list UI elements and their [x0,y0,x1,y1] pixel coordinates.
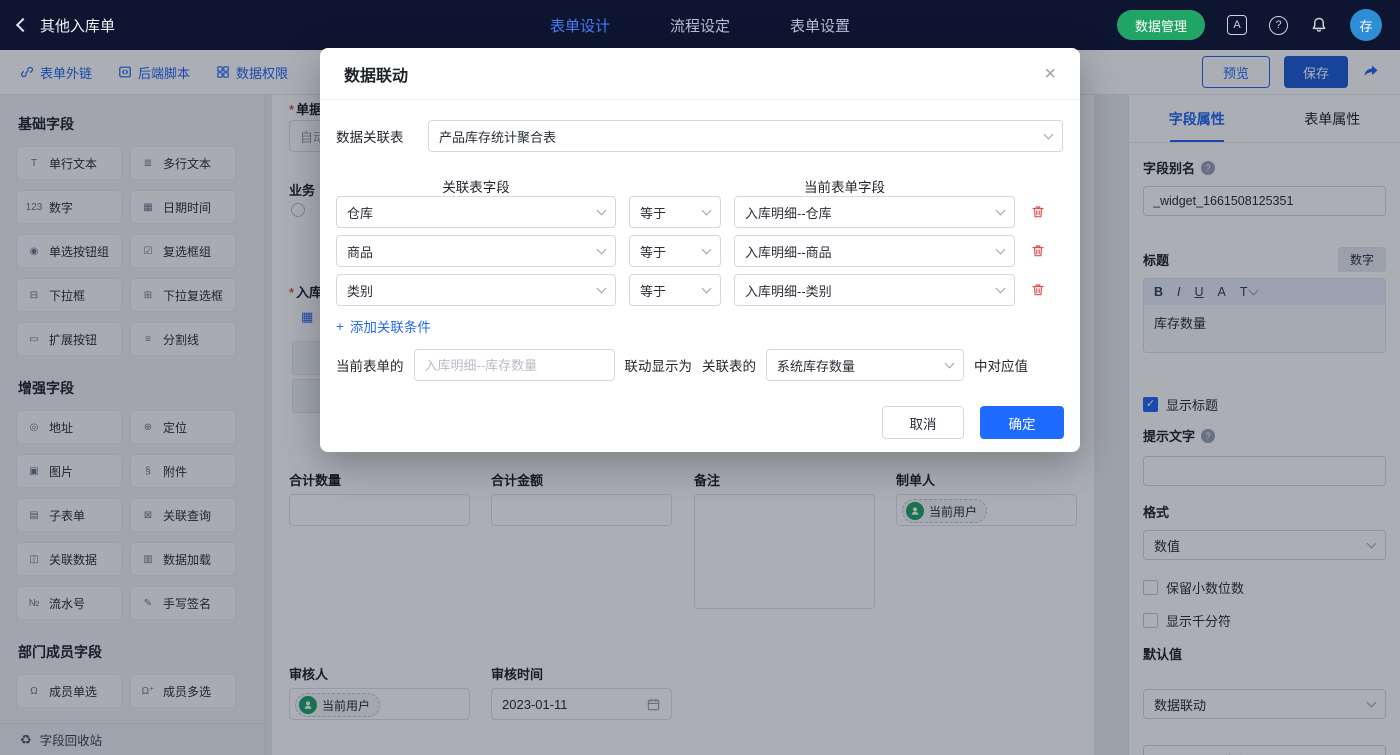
relation-table-row: 数据关联表 产品库存统计聚合表 [336,120,1063,152]
relation-table-label: 数据关联表 [336,126,428,146]
chevron-down-icon [996,206,1006,216]
topbar-actions: 数据管理 A ? 存 [1117,9,1382,41]
modal-footer: 取消 确定 [882,406,1064,439]
related-table-label: 关联表的 [702,355,756,375]
trash-icon [1030,204,1046,220]
condition-left-select[interactable]: 类别 [336,274,616,306]
condition-form-field-select[interactable]: 入库明细--商品 [734,235,1015,267]
form-title: 其他入库单 [40,15,115,36]
data-linkage-modal: 数据联动 × 数据关联表 产品库存统计聚合表 关联表字段 当前表单字段 仓库 等… [320,48,1080,452]
cancel-button[interactable]: 取消 [882,406,964,439]
tab-flow-setting[interactable]: 流程设定 [670,15,730,36]
column-header-related-field: 关联表字段 [336,176,616,196]
condition-row: 商品 等于 入库明细--商品 [336,235,1048,267]
relation-table-select[interactable]: 产品库存统计聚合表 [428,120,1063,152]
target-field-input[interactable] [414,349,615,381]
condition-operator-select[interactable]: 等于 [629,235,721,267]
chevron-down-icon [597,284,607,294]
chevron-down-icon [996,245,1006,255]
confirm-button[interactable]: 确定 [980,406,1064,439]
add-condition-link[interactable]: + 添加关联条件 [336,316,431,336]
chevron-down-icon [1044,130,1054,140]
condition-operator-select[interactable]: 等于 [629,274,721,306]
delete-condition-button[interactable] [1028,241,1048,261]
topbar-tabs: 表单设计 流程设定 表单设置 [550,0,850,50]
condition-form-field-select[interactable]: 入库明细--仓库 [734,196,1015,228]
linkage-target-row: 当前表单的 联动显示为 关联表的 系统库存数量 中对应值 [336,349,1028,381]
close-icon[interactable]: × [1044,64,1056,84]
help-icon[interactable]: ? [1269,16,1288,35]
plus-icon: + [336,319,344,334]
corresponding-value-label: 中对应值 [974,355,1028,375]
chevron-down-icon [597,245,607,255]
data-manage-button[interactable]: 数据管理 [1117,10,1205,40]
trash-icon [1030,282,1046,298]
display-as-label: 联动显示为 [625,355,693,375]
condition-left-select[interactable]: 商品 [336,235,616,267]
chevron-down-icon [996,284,1006,294]
column-header-form-field: 当前表单字段 [704,176,985,196]
delete-condition-button[interactable] [1028,280,1048,300]
condition-row: 类别 等于 入库明细--类别 [336,274,1048,306]
chevron-down-icon [597,206,607,216]
user-avatar[interactable]: 存 [1350,9,1382,41]
condition-row: 仓库 等于 入库明细--仓库 [336,196,1048,228]
notification-bell-icon[interactable] [1310,16,1328,34]
current-form-label: 当前表单的 [336,355,404,375]
condition-left-select[interactable]: 仓库 [336,196,616,228]
modal-title: 数据联动 [344,62,408,86]
delete-condition-button[interactable] [1028,202,1048,222]
condition-form-field-select[interactable]: 入库明细--类别 [734,274,1015,306]
chevron-down-icon [945,359,955,369]
app-screen: 其他入库单 表单设计 流程设定 表单设置 数据管理 A ? 存 表单外链 后端脚… [0,0,1400,755]
trash-icon [1030,243,1046,259]
chevron-down-icon [702,206,712,216]
chevron-down-icon [702,245,712,255]
tab-form-setting[interactable]: 表单设置 [790,15,850,36]
topbar: 其他入库单 表单设计 流程设定 表单设置 数据管理 A ? 存 [0,0,1400,50]
back-chevron-icon[interactable] [16,18,30,32]
condition-operator-select[interactable]: 等于 [629,196,721,228]
chevron-down-icon [702,284,712,294]
translate-icon[interactable]: A [1227,15,1247,35]
source-field-select[interactable]: 系统库存数量 [766,349,964,381]
tab-form-design[interactable]: 表单设计 [550,15,610,36]
modal-header: 数据联动 × [320,48,1080,100]
